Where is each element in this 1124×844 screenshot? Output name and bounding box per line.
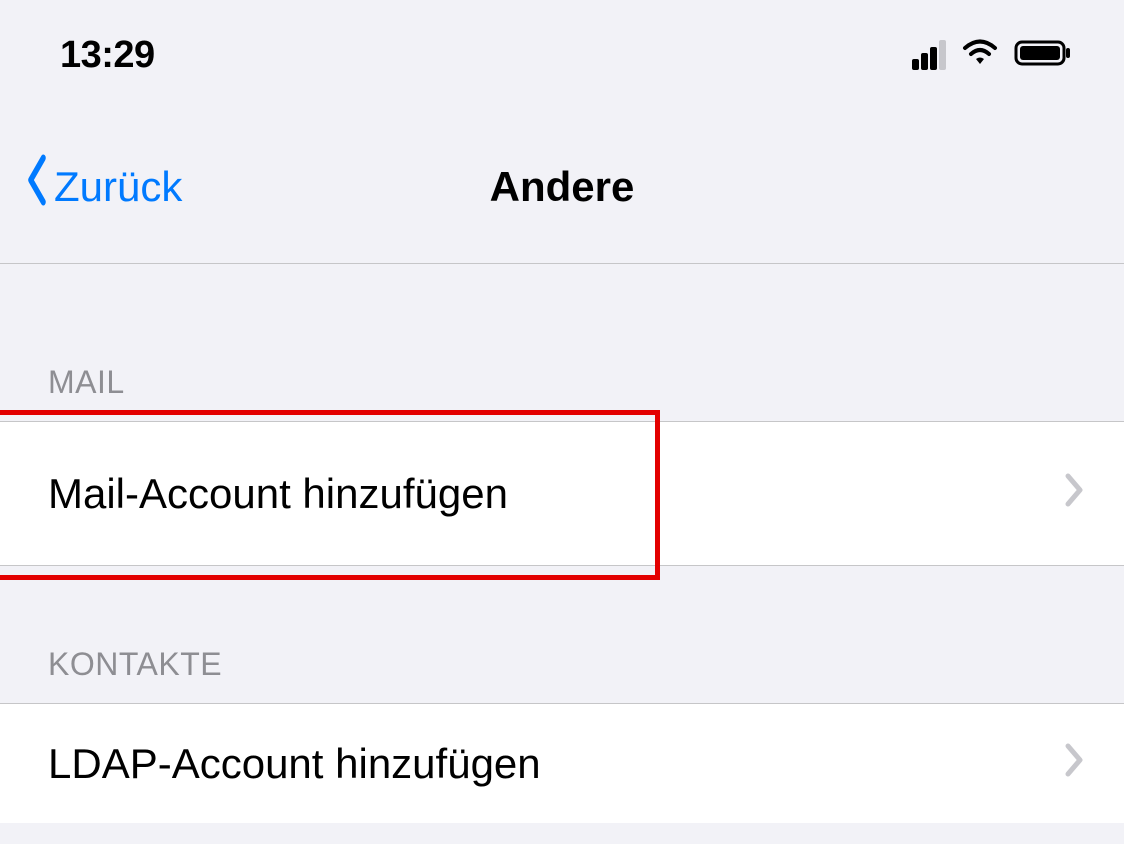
page-title: Andere [490, 163, 635, 211]
wifi-icon [960, 38, 1000, 73]
content-area: MAIL Mail-Account hinzufügen KONTAKTE LD… [0, 264, 1124, 823]
status-icons [912, 38, 1074, 73]
chevron-left-icon [27, 154, 48, 219]
section-header-contacts: KONTAKTE [0, 566, 1124, 703]
list-item-label: Mail-Account hinzufügen [48, 470, 508, 518]
chevron-right-icon [1064, 470, 1084, 518]
navigation-bar: Zurück Andere [0, 110, 1124, 264]
battery-icon [1014, 38, 1074, 73]
back-button[interactable]: Zurück [0, 154, 182, 219]
list-item-add-ldap-account[interactable]: LDAP-Account hinzufügen [0, 703, 1124, 823]
section-header-mail: MAIL [0, 264, 1124, 421]
chevron-right-icon [1064, 740, 1084, 788]
status-bar: 13:29 [0, 0, 1124, 110]
cellular-icon [912, 40, 946, 70]
status-time: 13:29 [60, 34, 155, 77]
list-item-label: LDAP-Account hinzufügen [48, 740, 541, 788]
list-item-add-mail-account[interactable]: Mail-Account hinzufügen [0, 421, 1124, 566]
back-label: Zurück [54, 163, 182, 211]
